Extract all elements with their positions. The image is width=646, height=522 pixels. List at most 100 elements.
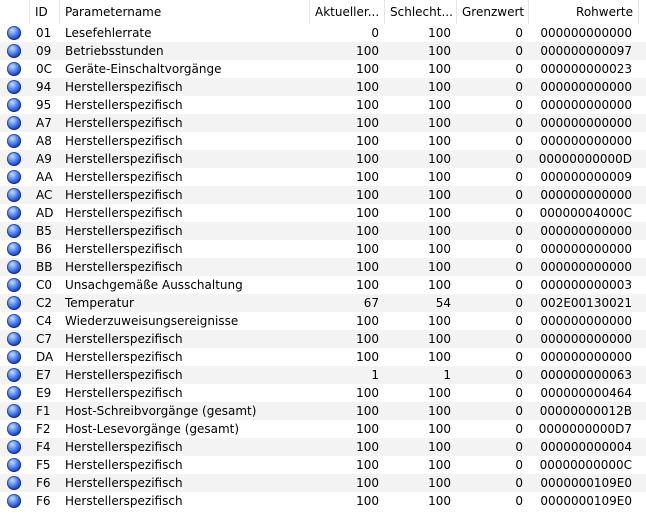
- attribute-id: A9: [36, 152, 52, 166]
- table-row[interactable]: F6 Herstellerspezifisch 100 100 0 0000000109E…: [0, 492, 646, 510]
- table-row[interactable]: DA Herstellerspezifisch 100 100 0 00000000000…: [0, 348, 646, 366]
- attribute-raw: 000000000000: [540, 350, 632, 364]
- table-row[interactable]: AD Herstellerspezifisch 100 100 0 00000004000…: [0, 204, 646, 222]
- column-header-threshold[interactable]: Grenzwert: [457, 0, 529, 24]
- status-cell: [0, 96, 30, 114]
- attribute-worst: 100: [428, 476, 451, 490]
- table-row[interactable]: F2 Host-Lesevorgänge (gesamt) 100 100 0 00000…: [0, 420, 646, 438]
- status-cell: [0, 114, 30, 132]
- table-body: 01 Lesefehlerrate 0 100 0 000000000000 09 Betri…: [0, 24, 646, 510]
- column-header-id[interactable]: ID: [30, 0, 60, 24]
- attribute-id: AD: [36, 206, 54, 220]
- attribute-current: 100: [356, 422, 379, 436]
- table-row[interactable]: C2 Temperatur 67 54 0 002E00130021: [0, 294, 646, 312]
- attribute-threshold: 0: [515, 332, 523, 346]
- attribute-name: Herstellerspezifisch: [65, 494, 183, 508]
- attribute-raw: 000000000003: [540, 278, 632, 292]
- table-row[interactable]: E9 Herstellerspezifisch 100 100 0 00000000046…: [0, 384, 646, 402]
- attribute-id: 01: [36, 26, 52, 40]
- attribute-name: Betriebsstunden: [65, 44, 164, 58]
- attribute-worst: 100: [428, 80, 451, 94]
- table-row[interactable]: C4 Wiederzuweisungsereignisse 100 100 0 00000…: [0, 312, 646, 330]
- attribute-raw: 000000000000: [540, 134, 632, 148]
- status-dot-blue-icon: [7, 332, 21, 346]
- attribute-raw: 000000000000: [540, 98, 632, 112]
- attribute-threshold: 0: [515, 116, 523, 130]
- attribute-name: Herstellerspezifisch: [65, 224, 183, 238]
- status-cell: [0, 168, 30, 186]
- attribute-raw: 0000000000D7: [538, 422, 632, 436]
- attribute-id: F6: [36, 494, 51, 508]
- table-row[interactable]: 09 Betriebsstunden 100 100 0 000000000097: [0, 42, 646, 60]
- status-dot-blue-icon: [7, 440, 21, 454]
- column-header-current[interactable]: Aktueller...: [310, 0, 385, 24]
- table-row[interactable]: E7 Herstellerspezifisch 1 1 0 000000000063: [0, 366, 646, 384]
- attribute-current: 0: [371, 26, 379, 40]
- attribute-threshold: 0: [515, 458, 523, 472]
- attribute-current: 100: [356, 242, 379, 256]
- status-cell: [0, 402, 30, 420]
- attribute-name: Herstellerspezifisch: [65, 170, 183, 184]
- table-row[interactable]: C7 Herstellerspezifisch 100 100 0 00000000000…: [0, 330, 646, 348]
- status-cell: [0, 186, 30, 204]
- attribute-worst: 100: [428, 224, 451, 238]
- attribute-raw: 000000000097: [540, 44, 632, 58]
- table-row[interactable]: F1 Host-Schreibvorgänge (gesamt) 100 100 0 00…: [0, 402, 646, 420]
- attribute-worst: 100: [428, 278, 451, 292]
- table-row[interactable]: 94 Herstellerspezifisch 100 100 0 00000000000…: [0, 78, 646, 96]
- column-header-raw[interactable]: Rohwerte: [529, 0, 639, 24]
- attribute-threshold: 0: [515, 206, 523, 220]
- table-header: ID Parametername Aktueller... Schlecht..…: [0, 0, 646, 24]
- status-cell: [0, 456, 30, 474]
- attribute-worst: 100: [428, 116, 451, 130]
- attribute-raw: 000000000004: [540, 440, 632, 454]
- status-dot-blue-icon: [7, 314, 21, 328]
- column-header-worst[interactable]: Schlecht...: [385, 0, 457, 24]
- table-row[interactable]: F5 Herstellerspezifisch 100 100 0 00000000000…: [0, 456, 646, 474]
- table-row[interactable]: B5 Herstellerspezifisch 100 100 0 00000000000…: [0, 222, 646, 240]
- attribute-worst: 100: [428, 188, 451, 202]
- attribute-current: 100: [356, 62, 379, 76]
- attribute-current: 67: [363, 296, 379, 310]
- attribute-id: E9: [36, 386, 52, 400]
- table-row[interactable]: C0 Unsachgemäße Ausschaltung 100 100 0 000000…: [0, 276, 646, 294]
- attribute-name: Herstellerspezifisch: [65, 332, 183, 346]
- table-row[interactable]: AC Herstellerspezifisch 100 100 0 00000000000…: [0, 186, 646, 204]
- status-cell: [0, 330, 30, 348]
- table-row[interactable]: 95 Herstellerspezifisch 100 100 0 00000000000…: [0, 96, 646, 114]
- status-dot-blue-icon: [7, 494, 21, 508]
- attribute-current: 100: [356, 206, 379, 220]
- table-row[interactable]: F6 Herstellerspezifisch 100 100 0 0000000109E…: [0, 474, 646, 492]
- attribute-raw: 00000004000C: [539, 206, 632, 220]
- attribute-worst: 100: [428, 26, 451, 40]
- table-row[interactable]: A7 Herstellerspezifisch 100 100 0 00000000000…: [0, 114, 646, 132]
- table-row[interactable]: 0C Geräte-Einschaltvorgänge 100 100 0 0000000…: [0, 60, 646, 78]
- table-row[interactable]: BB Herstellerspezifisch 100 100 0 00000000000…: [0, 258, 646, 276]
- table-row[interactable]: F4 Herstellerspezifisch 100 100 0 00000000000…: [0, 438, 646, 456]
- attribute-name: Temperatur: [65, 296, 134, 310]
- attribute-name: Herstellerspezifisch: [65, 134, 183, 148]
- attribute-worst: 100: [428, 404, 451, 418]
- attribute-current: 100: [356, 458, 379, 472]
- status-cell: [0, 42, 30, 60]
- table-row[interactable]: B6 Herstellerspezifisch 100 100 0 00000000000…: [0, 240, 646, 258]
- attribute-current: 100: [356, 386, 379, 400]
- column-header-icon[interactable]: [0, 0, 30, 24]
- table-row[interactable]: A8 Herstellerspezifisch 100 100 0 00000000000…: [0, 132, 646, 150]
- attribute-threshold: 0: [515, 404, 523, 418]
- table-row[interactable]: A9 Herstellerspezifisch 100 100 0 00000000000…: [0, 150, 646, 168]
- attribute-name: Herstellerspezifisch: [65, 188, 183, 202]
- attribute-current: 100: [356, 332, 379, 346]
- attribute-name: Herstellerspezifisch: [65, 368, 183, 382]
- attribute-id: A7: [36, 116, 52, 130]
- attribute-worst: 100: [428, 242, 451, 256]
- table-row[interactable]: AA Herstellerspezifisch 100 100 0 00000000000…: [0, 168, 646, 186]
- attribute-threshold: 0: [515, 440, 523, 454]
- attribute-current: 100: [356, 44, 379, 58]
- attribute-raw: 00000000000D: [538, 152, 632, 166]
- attribute-worst: 100: [428, 98, 451, 112]
- attribute-worst: 100: [428, 332, 451, 346]
- column-header-name[interactable]: Parametername: [60, 0, 310, 24]
- table-row[interactable]: 01 Lesefehlerrate 0 100 0 000000000000: [0, 24, 646, 42]
- status-dot-blue-icon: [7, 476, 21, 490]
